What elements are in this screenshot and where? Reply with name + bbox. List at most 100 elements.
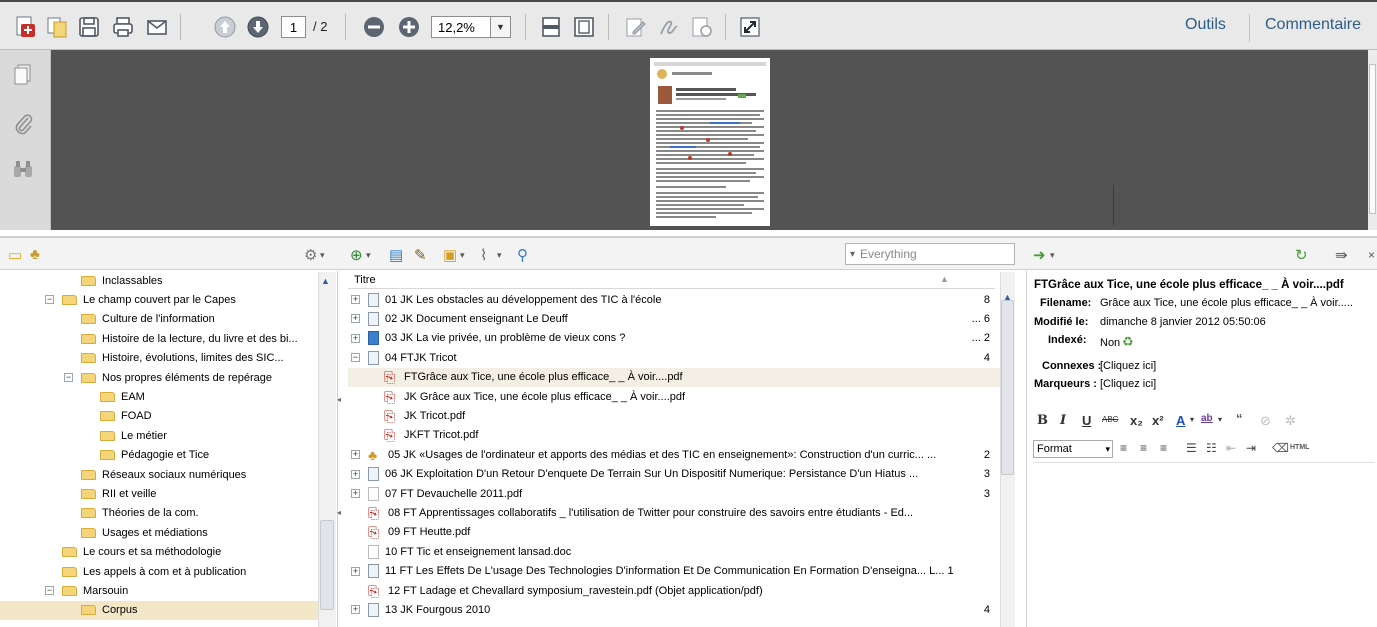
strikethrough-icon[interactable]: ABC [1102, 415, 1118, 424]
note-edit-area[interactable] [1033, 462, 1375, 627]
add-item-icon[interactable]: ⊕ [350, 246, 363, 264]
print-icon[interactable] [110, 14, 136, 40]
comment-tab[interactable]: Commentaire [1265, 16, 1361, 34]
document-row[interactable]: +13 JK Fourgous 2010 4 [348, 600, 1000, 619]
subscript-icon[interactable]: x₂ [1130, 413, 1143, 428]
highlight-dropdown-icon[interactable]: ▾ [1218, 415, 1222, 424]
tree-item[interactable]: Pédagogie et Tice [0, 446, 318, 465]
outdent-icon[interactable]: ⇤ [1226, 441, 1236, 455]
tree-item[interactable]: FOAD [0, 407, 318, 426]
document-row[interactable]: 10 FT Tic et enseignement lansad.doc [348, 542, 1000, 561]
document-row[interactable]: +02 JK Document enseignant Le Deuff ... 6 [348, 309, 1000, 328]
tree-item[interactable]: Les appels à com et à publication [0, 562, 318, 581]
title-column-header[interactable]: Titre [354, 274, 376, 286]
splitter-left-arrow-icon[interactable]: ◂ [337, 395, 341, 404]
collection-icon[interactable]: ▣ [443, 246, 457, 264]
document-row[interactable]: ⎘ 12 FT Ladage et Chevallard symposium_ra… [348, 581, 1000, 600]
tree-item[interactable]: RII et veille [0, 484, 318, 503]
italic-icon[interactable]: I [1060, 413, 1066, 428]
binoculars-icon[interactable] [9, 155, 37, 183]
document-row[interactable]: +03 JK La vie privée, un problème de vie… [348, 329, 1000, 348]
document-row[interactable]: + ♣ 05 JK «Usages de l'ordinateur et appor… [348, 445, 1000, 464]
sign-icon[interactable] [656, 14, 682, 40]
text-color-icon[interactable]: A [1176, 413, 1185, 428]
tree-item[interactable]: Théories de la com. [0, 504, 318, 523]
tree-item[interactable]: Histoire de la lecture, du livre et des … [0, 329, 318, 348]
tree-scroll-up-icon[interactable]: ▲ [321, 276, 330, 286]
document-row[interactable]: ⎘ JKFT Tricot.pdf [348, 426, 1000, 445]
tree-item[interactable]: − Le champ couvert par le Capes [0, 290, 318, 309]
zoom-level-input[interactable]: 12,2% [431, 16, 491, 38]
zoom-dropdown-icon[interactable]: ▼ [491, 16, 511, 38]
tree-toggle-icon[interactable]: − [45, 586, 54, 596]
close-icon[interactable]: × [1368, 248, 1375, 262]
create-pdf-icon[interactable] [12, 14, 38, 40]
attach-icon[interactable]: ⌇ [480, 246, 487, 264]
collection-dropdown-icon[interactable]: ▾ [460, 250, 465, 261]
row-toggle-icon[interactable]: + [351, 314, 360, 324]
zoom-out-icon[interactable] [361, 14, 387, 40]
previous-page-icon[interactable] [212, 14, 238, 40]
sort-arrow-icon[interactable]: ▲ [940, 274, 949, 284]
fit-page-icon[interactable] [571, 14, 597, 40]
row-toggle-icon[interactable]: + [351, 489, 360, 498]
numbered-list-icon[interactable]: ☷ [1206, 441, 1217, 455]
document-row[interactable]: +01 JK Les obstacles au développement de… [348, 290, 1000, 309]
zoom-in-icon[interactable] [396, 14, 422, 40]
attach-dropdown-icon[interactable]: ▾ [497, 250, 502, 261]
bold-icon[interactable]: B [1037, 413, 1048, 428]
next-page-icon[interactable] [245, 14, 271, 40]
document-row[interactable]: − 04 FTJK Tricot 4 [348, 348, 1000, 367]
combine-files-icon[interactable] [44, 14, 70, 40]
tree-item[interactable]: Corpus [0, 600, 318, 621]
splitter-left-arrow-icon-2[interactable]: ◂ [337, 508, 341, 517]
save-icon[interactable] [76, 14, 102, 40]
tree-item[interactable]: − Nos propres éléments de repérage [0, 368, 318, 387]
refresh-icon[interactable]: ↻ [1295, 246, 1308, 264]
clear-format-icon[interactable]: ⌫ [1272, 441, 1289, 455]
fullscreen-icon[interactable] [737, 14, 763, 40]
document-row[interactable]: ⎘ JK Tricot.pdf [348, 406, 1000, 425]
row-toggle-icon[interactable]: + [351, 566, 360, 576]
superscript-icon[interactable]: x² [1152, 413, 1164, 428]
document-row[interactable]: ⎘ FTGrâce aux Tice, une école plus effica… [348, 367, 1000, 387]
pdf-page-preview[interactable] [650, 58, 770, 226]
blockquote-icon[interactable]: “ [1236, 411, 1243, 426]
align-center-icon[interactable]: ≡ [1140, 441, 1147, 455]
row-toggle-icon[interactable]: + [351, 605, 360, 615]
tree-toggle-icon[interactable]: − [45, 295, 54, 305]
viewer-scroll-thumb[interactable] [1369, 64, 1376, 214]
list-scroll-thumb[interactable] [1001, 300, 1014, 475]
html-source-button[interactable]: HTML [1290, 444, 1309, 451]
send-icon[interactable]: ⇛ [1335, 246, 1348, 264]
settings-gear-icon[interactable]: ⚙ [304, 246, 317, 264]
annotate-icon[interactable]: ✎ [414, 246, 427, 264]
bullet-list-icon[interactable]: ☰ [1186, 441, 1197, 455]
reindex-icon[interactable]: ♻ [1122, 334, 1134, 350]
settings-dropdown-icon[interactable]: ▾ [320, 250, 325, 261]
align-right-icon[interactable]: ≡ [1160, 441, 1167, 455]
new-note-icon[interactable]: ▤ [389, 246, 403, 264]
tree-item[interactable]: Le métier [0, 426, 318, 445]
unlink-icon[interactable]: ✲ [1285, 413, 1296, 429]
related-link[interactable]: [Cliquez ici] [1100, 360, 1156, 372]
row-toggle-icon[interactable]: + [351, 333, 360, 343]
link-icon[interactable]: ⊘ [1260, 413, 1271, 429]
document-row[interactable]: +07 FT Devauchelle 2011.pdf 3 [348, 484, 1000, 503]
tree-item[interactable]: Le cours et sa méthodologie [0, 543, 318, 562]
document-row[interactable]: ⎘ JK Grâce aux Tice, une école plus effic… [348, 387, 1000, 406]
tools-tab[interactable]: Outils [1185, 16, 1226, 34]
forward-dropdown-icon[interactable]: ▾ [1050, 250, 1055, 261]
row-toggle-icon[interactable]: + [351, 450, 360, 460]
page-thumbnails-icon[interactable] [9, 60, 37, 88]
tree-item[interactable]: Histoire, évolutions, limites des SIC... [0, 349, 318, 368]
new-folder-icon[interactable]: ▭ [8, 246, 22, 264]
row-toggle-icon[interactable]: − [351, 353, 360, 363]
document-row[interactable]: ⎘ 09 FT Heutte.pdf [348, 523, 1000, 542]
row-toggle-icon[interactable]: + [351, 469, 360, 479]
edit-text-icon[interactable] [623, 14, 649, 40]
tree-scroll-thumb[interactable] [320, 520, 334, 610]
forward-arrow-icon[interactable]: ➜ [1033, 246, 1046, 264]
shared-folder-icon[interactable]: ♣ [30, 246, 40, 263]
text-color-dropdown-icon[interactable]: ▾ [1190, 415, 1194, 424]
